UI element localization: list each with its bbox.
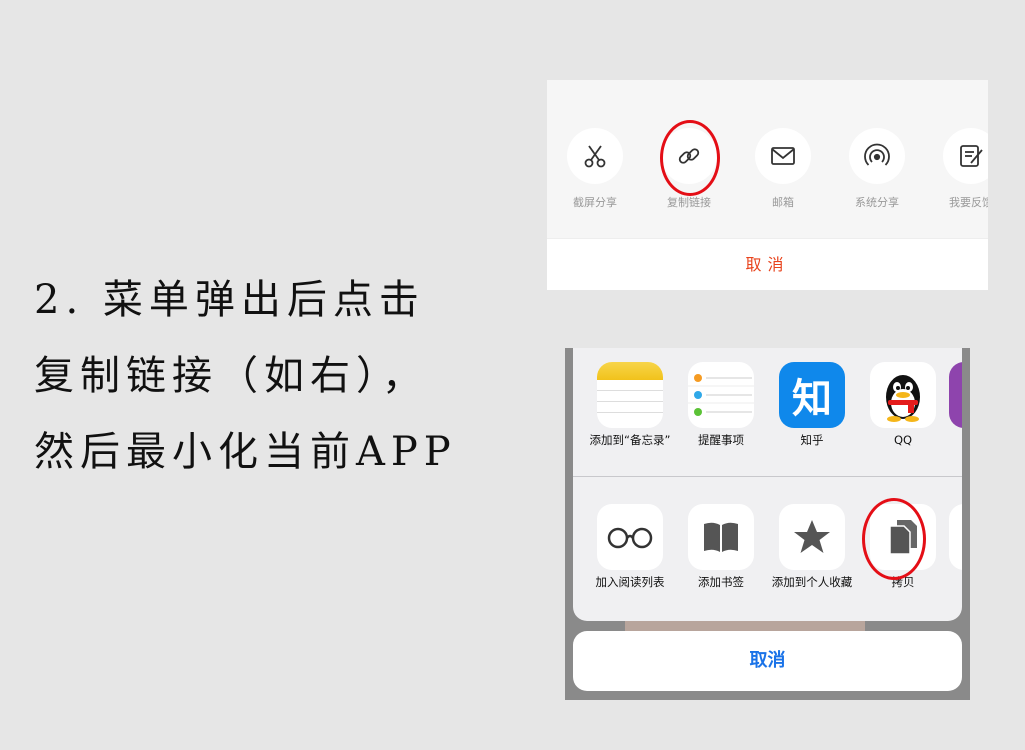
bookmark-icon xyxy=(688,504,754,570)
ios-share-sheet-panel: 添加到“备忘录” 提醒事项 知 知乎 QQ 加入阅读列表 添加书签 添加到个人收… xyxy=(565,348,970,700)
share-option-label: 系统分享 xyxy=(855,196,899,209)
app-zhihu[interactable]: 知 知乎 xyxy=(767,362,857,447)
app-label: QQ xyxy=(893,433,913,447)
notes-icon xyxy=(597,362,663,428)
share-option-system[interactable]: 系统分享 xyxy=(830,124,924,210)
app-qq[interactable]: QQ xyxy=(858,362,948,447)
share-option-copy-link[interactable]: 复制链接 xyxy=(642,124,736,210)
zhihu-icon: 知 xyxy=(779,362,845,428)
instruction-line-2: 复制链接（如右）， xyxy=(34,353,428,399)
action-reading-list[interactable]: 加入阅读列表 xyxy=(585,504,675,589)
app-label: 添加书签 xyxy=(698,575,744,589)
app-label: 知乎 xyxy=(800,433,824,447)
app-reminders[interactable]: 提醒事项 xyxy=(676,362,766,447)
cancel-button[interactable]: 取消 xyxy=(573,631,962,691)
action-favorites[interactable]: 添加到个人收藏 xyxy=(767,504,857,589)
broadcast-icon xyxy=(849,128,905,184)
mail-icon xyxy=(755,128,811,184)
share-option-label: 截屏分享 xyxy=(573,196,617,209)
action-partial[interactable] xyxy=(949,504,962,570)
qq-icon xyxy=(870,362,936,428)
divider xyxy=(573,476,962,477)
app-label: 提醒事项 xyxy=(698,433,744,447)
reading-list-icon xyxy=(597,504,663,570)
action-copy[interactable]: 拷贝 xyxy=(858,504,948,589)
instruction-line-3: 然后最小化当前APP xyxy=(34,429,457,475)
scissors-icon xyxy=(567,128,623,184)
share-option-label: 我要反馈 xyxy=(949,196,988,209)
instruction-line-1: 2. 菜单弹出后点击 xyxy=(34,277,425,323)
action-partial-icon xyxy=(949,504,962,570)
app-label: 拷贝 xyxy=(891,575,915,589)
app-label: 加入阅读列表 xyxy=(595,575,665,589)
favorite-star-icon xyxy=(779,504,845,570)
app-label: 添加到个人收藏 xyxy=(771,575,853,589)
copy-icon xyxy=(870,504,936,570)
reminders-icon xyxy=(688,362,754,428)
feedback-icon xyxy=(943,128,988,184)
app-partial[interactable] xyxy=(949,362,962,428)
app-label: 添加到“备忘录” xyxy=(589,433,671,447)
cancel-button[interactable]: 取消 xyxy=(547,238,988,290)
instruction-text: 2. 菜单弹出后点击 复制链接（如右）， 然后最小化当前APP xyxy=(34,262,457,490)
app-notes[interactable]: 添加到“备忘录” xyxy=(585,362,675,447)
share-option-label: 复制链接 xyxy=(667,196,711,209)
share-sheet: 添加到“备忘录” 提醒事项 知 知乎 QQ 加入阅读列表 添加书签 添加到个人收… xyxy=(573,348,962,621)
share-option-screenshot[interactable]: 截屏分享 xyxy=(548,124,642,210)
zhihu-glyph: 知 xyxy=(792,376,832,422)
share-option-label: 邮箱 xyxy=(772,196,794,209)
link-icon xyxy=(661,128,717,184)
share-menu-panel: 截屏分享 复制链接 邮箱 系统分享 我要反馈 取消 xyxy=(547,80,988,290)
share-option-feedback[interactable]: 我要反馈 xyxy=(924,124,988,210)
action-bookmark[interactable]: 添加书签 xyxy=(676,504,766,589)
app-partial-icon xyxy=(949,362,962,428)
share-option-mail[interactable]: 邮箱 xyxy=(736,124,830,210)
